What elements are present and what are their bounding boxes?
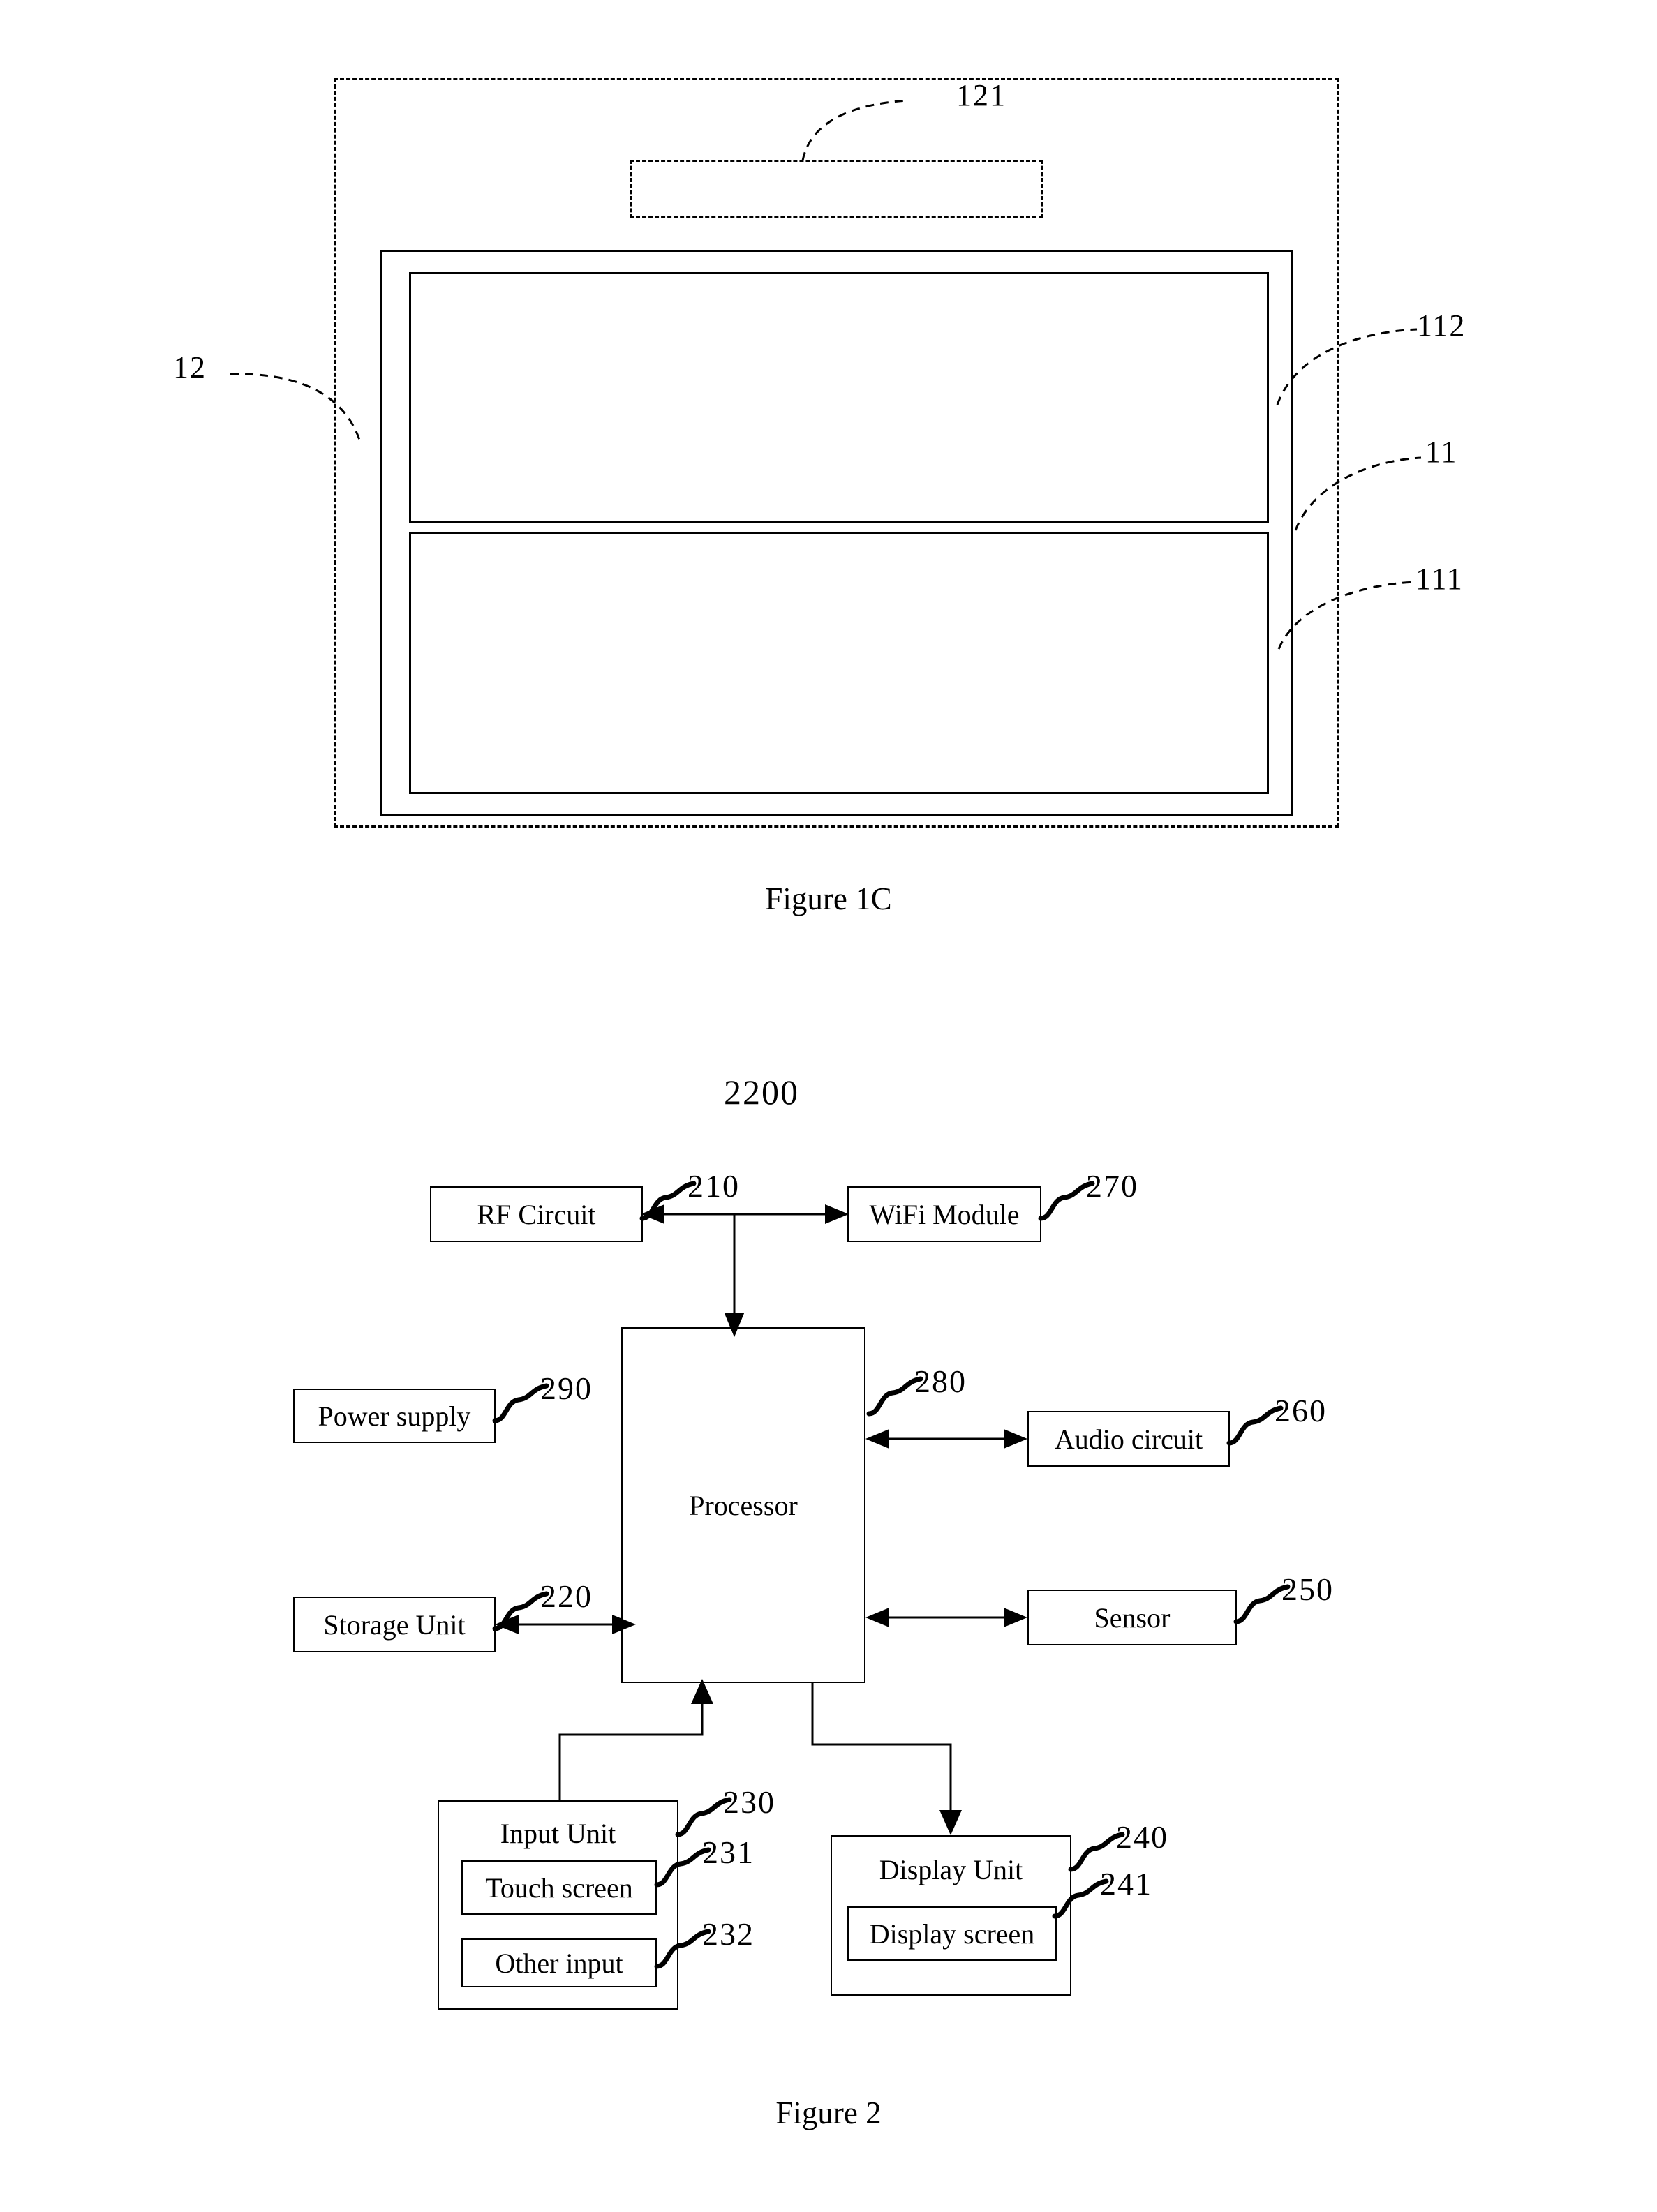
connector-processor-audio-circuit [865,1429,1027,1449]
patent-drawing-sheet: 121 12 112 11 111 Figure 1C 2200 RF Circ… [0,0,1657,2212]
block-touch-screen[interactable]: Touch screen [461,1860,657,1915]
fig1c-ref-112: 112 [1417,308,1466,343]
block-display-unit-label: Display Unit [879,1854,1023,1885]
block-processor[interactable]: Processor [621,1327,865,1683]
block-display-screen[interactable]: Display screen [847,1906,1057,1961]
block-input-unit[interactable]: Input Unit Touch screen Other input [438,1800,678,2010]
fig2-ref-220: 220 [540,1578,593,1614]
block-rf-circuit-label: RF Circuit [477,1198,596,1230]
fig2-ref-210: 210 [688,1168,740,1204]
fig2-device-ref-2200: 2200 [724,1073,799,1112]
block-other-input[interactable]: Other input [461,1938,657,1987]
block-wifi-module[interactable]: WiFi Module [847,1186,1041,1242]
block-rf-circuit[interactable]: RF Circuit [430,1186,643,1242]
fig2-ref-232: 232 [702,1916,755,1952]
fig1c-ref-11: 11 [1425,435,1458,469]
fig1c-ref-121: 121 [956,78,1006,112]
fig1c-lower-display-region-box [409,532,1269,794]
connector-processor-sensor [865,1608,1027,1627]
block-power-supply[interactable]: Power supply [293,1389,496,1443]
block-sensor[interactable]: Sensor [1027,1590,1237,1645]
fig1c-upper-display-region-box [409,272,1269,523]
fig1c-upper-dashed-element-box [630,160,1043,218]
block-storage-unit[interactable]: Storage Unit [293,1597,496,1652]
block-processor-label: Processor [689,1489,798,1521]
block-display-unit[interactable]: Display Unit Display screen [831,1835,1071,1996]
fig2-ref-290: 290 [540,1370,593,1406]
fig2-ref-270: 270 [1086,1168,1138,1204]
fig2-ref-231: 231 [702,1834,755,1870]
block-other-input-label: Other input [495,1947,623,1979]
block-storage-unit-label: Storage Unit [323,1608,466,1641]
fig2-ref-230: 230 [723,1784,775,1820]
fig1c-ref-12: 12 [173,350,207,384]
block-touch-screen-label: Touch screen [485,1871,633,1904]
connector-processor-display-unit [811,1682,962,1835]
block-power-supply-label: Power supply [318,1400,471,1432]
block-sensor-label: Sensor [1094,1601,1171,1634]
fig2-ref-260: 260 [1275,1393,1327,1428]
fig1c-ref-111: 111 [1415,562,1464,596]
block-display-screen-label: Display screen [869,1918,1035,1950]
connector-input-unit-processor [558,1679,713,1802]
connector-rf-circuit-processor [641,1204,744,1337]
block-audio-circuit-label: Audio circuit [1054,1423,1203,1455]
figure-1c-caption: Figure 1C [765,881,892,916]
connector-storage-unit-processor [495,1615,636,1634]
fig2-ref-241: 241 [1100,1866,1152,1901]
fig2-ref-280: 280 [914,1363,967,1399]
fig2-ref-240: 240 [1116,1819,1168,1855]
block-audio-circuit[interactable]: Audio circuit [1027,1411,1230,1467]
figure-2-caption: Figure 2 [775,2095,882,2130]
block-wifi-module-label: WiFi Module [869,1198,1020,1230]
fig2-ref-250: 250 [1281,1571,1334,1607]
block-input-unit-label: Input Unit [500,1818,616,1849]
